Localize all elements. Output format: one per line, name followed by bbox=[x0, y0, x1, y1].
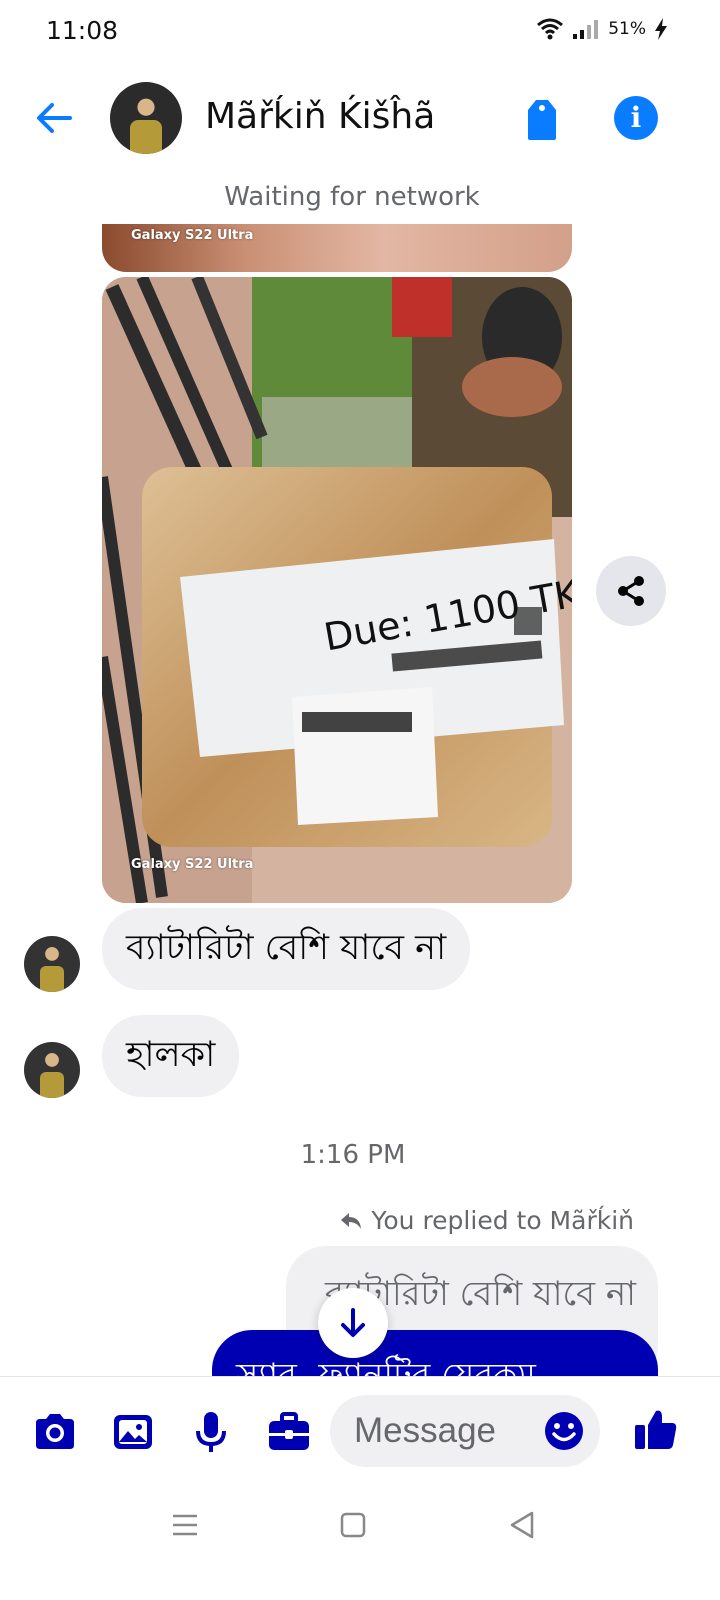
message-bubble-incoming[interactable]: ব্যাটারিটা বেশি যাবে না bbox=[102, 908, 471, 990]
sender-avatar[interactable] bbox=[24, 936, 80, 992]
charging-icon bbox=[655, 18, 667, 40]
replied-label: You replied to Mãřḱiň bbox=[371, 1206, 634, 1235]
back-nav-icon[interactable] bbox=[508, 1510, 536, 1540]
menu-nav-icon[interactable] bbox=[172, 1512, 198, 1538]
battery-percent: 51% bbox=[608, 19, 646, 39]
status-icons: 51% bbox=[536, 18, 668, 40]
contact-avatar[interactable] bbox=[110, 82, 182, 154]
share-button[interactable] bbox=[596, 556, 666, 626]
reply-indicator: You replied to Mãřḱiň bbox=[339, 1206, 634, 1235]
message-timestamp: 1:16 PM bbox=[300, 1140, 406, 1170]
emoji-icon[interactable] bbox=[544, 1411, 584, 1451]
thumbs-up-icon[interactable] bbox=[632, 1405, 680, 1453]
gallery-icon[interactable] bbox=[110, 1409, 156, 1455]
back-arrow-icon[interactable] bbox=[30, 94, 78, 142]
arrow-down-icon bbox=[341, 1308, 365, 1337]
sender-avatar[interactable] bbox=[24, 1042, 80, 1098]
package-photo-illustration: Due: 1100 TK bbox=[102, 277, 572, 903]
info-icon[interactable]: i bbox=[614, 96, 658, 140]
wifi-icon bbox=[537, 18, 564, 40]
status-time: 11:08 bbox=[46, 16, 119, 45]
photo-watermark: Galaxy S22 Ultra bbox=[131, 857, 254, 872]
camera-icon[interactable] bbox=[32, 1409, 78, 1455]
tag-icon[interactable] bbox=[522, 96, 562, 142]
message-input[interactable] bbox=[354, 1405, 534, 1457]
network-status-banner: Waiting for network bbox=[224, 182, 480, 212]
photo-watermark: Galaxy S22 Ultra bbox=[131, 228, 254, 243]
home-nav-icon[interactable] bbox=[340, 1512, 366, 1538]
scroll-to-bottom-button[interactable] bbox=[318, 1288, 388, 1358]
message-input-container bbox=[330, 1395, 600, 1467]
share-icon bbox=[618, 576, 644, 606]
photo-attachment-package[interactable]: Due: 1100 TK Galaxy S22 Ultra bbox=[102, 277, 572, 903]
chat-header: Mãřḱiň Ḱišĥã i bbox=[0, 70, 720, 166]
photo-attachment-partial[interactable]: Galaxy S22 Ultra bbox=[102, 224, 572, 272]
contact-name[interactable]: Mãřḱiň Ḱišĥã bbox=[205, 96, 435, 137]
signal-icon bbox=[573, 20, 599, 39]
message-composer bbox=[0, 1376, 720, 1486]
system-navigation-bar bbox=[0, 1486, 720, 1600]
briefcase-icon[interactable] bbox=[266, 1409, 312, 1455]
microphone-icon[interactable] bbox=[188, 1409, 234, 1455]
reply-arrow-icon bbox=[341, 1212, 362, 1229]
status-bar: 11:08 51% bbox=[0, 0, 720, 62]
message-bubble-incoming[interactable]: হালকা bbox=[102, 1015, 240, 1097]
